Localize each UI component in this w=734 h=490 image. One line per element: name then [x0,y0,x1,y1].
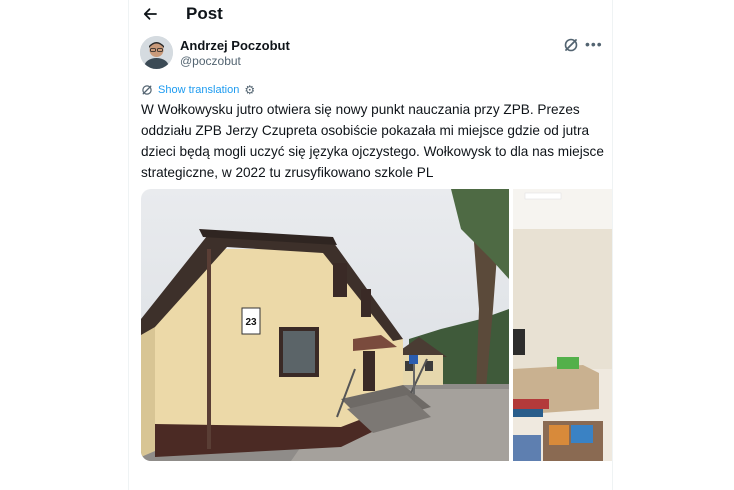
avatar[interactable] [140,36,173,69]
back-button[interactable] [141,5,159,23]
author-name[interactable]: Andrzej Poczobut [180,38,290,53]
house-number: 23 [245,317,257,328]
photo-classroom[interactable] [513,189,612,461]
translate-icon [142,85,152,95]
more-button[interactable]: ••• [585,36,603,52]
column-border-left [128,0,129,490]
arrow-left-icon [143,8,157,20]
grok-icon [564,38,578,52]
photo-school-building[interactable]: 23 [141,189,509,461]
show-translation-link[interactable]: Show translation ⚙ [141,83,255,97]
show-translation-label: Show translation [158,84,240,96]
gear-icon[interactable]: ⚙ [244,83,255,97]
column-border-right [612,0,613,490]
author-handle[interactable]: @poczobut [180,54,241,68]
post-text: W Wołkowysku jutro otwiera się nowy punk… [141,102,604,180]
more-icon: ••• [585,36,603,52]
grok-button[interactable] [563,37,579,53]
post-media: 23 [141,189,612,461]
page-title: Post [186,4,223,23]
